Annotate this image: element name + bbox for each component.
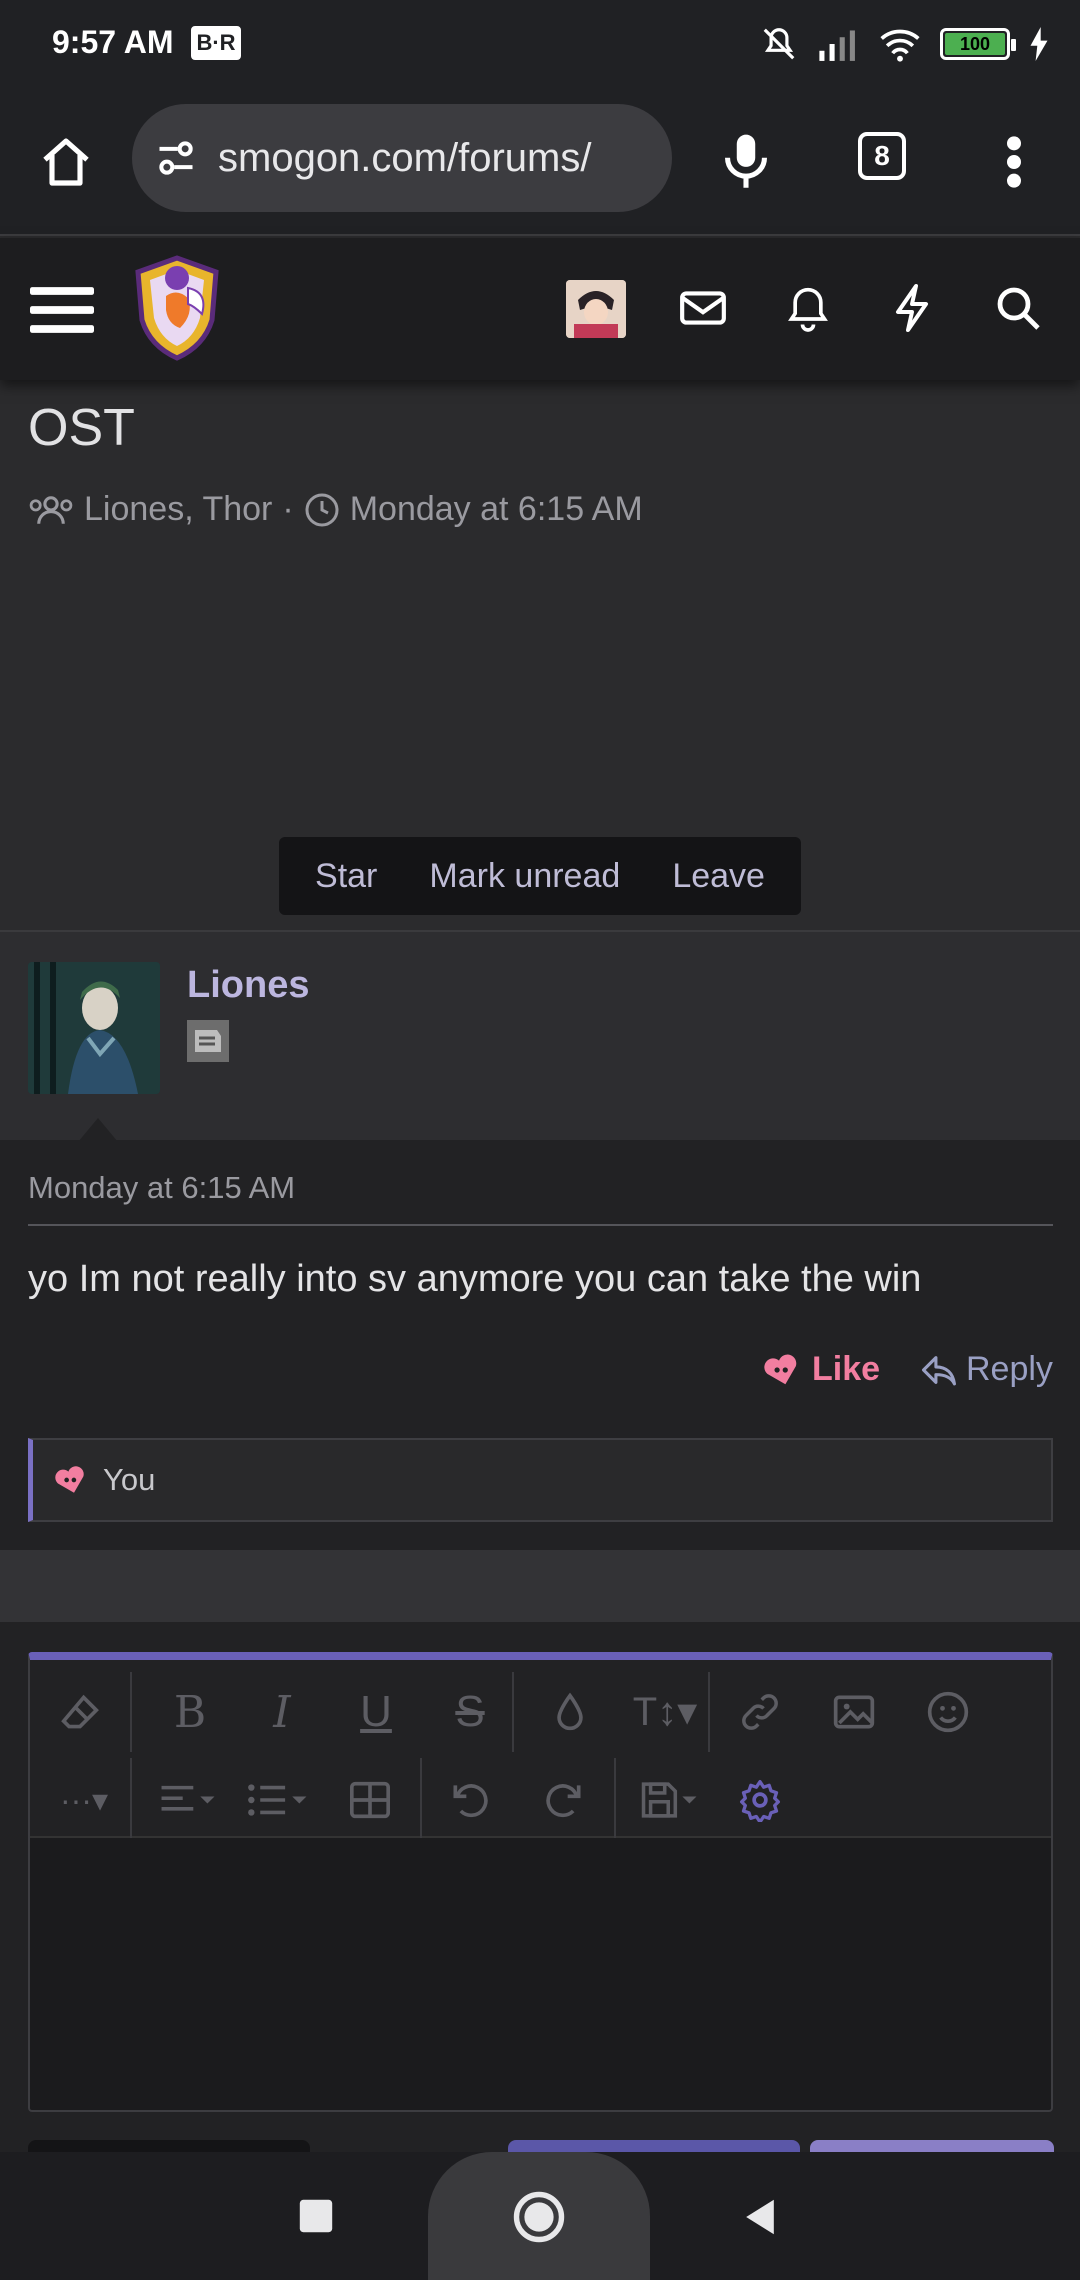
like-button[interactable]: Like bbox=[762, 1350, 880, 1389]
conversation-date: Monday at 6:15 AM bbox=[349, 490, 643, 528]
align-icon[interactable] bbox=[148, 1770, 228, 1830]
mark-unread-button[interactable]: Mark unread bbox=[429, 857, 620, 896]
likes-summary[interactable]: You bbox=[28, 1438, 1053, 1522]
toolbar-separator bbox=[130, 1672, 132, 1752]
charging-icon bbox=[1030, 27, 1048, 61]
recents-icon[interactable] bbox=[298, 2198, 334, 2234]
author-avatar[interactable] bbox=[28, 962, 160, 1094]
star-button[interactable]: Star bbox=[315, 857, 377, 896]
site-settings-icon[interactable] bbox=[154, 136, 198, 180]
more-options-icon[interactable]: ···▾ bbox=[44, 1770, 124, 1830]
image-icon[interactable] bbox=[824, 1682, 884, 1742]
message-text: yo Im not really into sv anymore you can… bbox=[28, 1258, 922, 1300]
system-nav-bar bbox=[0, 2152, 1080, 2280]
participants[interactable]: Liones, Thor bbox=[84, 490, 272, 529]
carrier-badge: B·R bbox=[191, 26, 241, 60]
text-size-icon[interactable]: T↕▾ bbox=[620, 1682, 710, 1742]
toolbar-separator bbox=[708, 1672, 710, 1752]
color-icon[interactable] bbox=[540, 1682, 600, 1742]
eraser-icon[interactable] bbox=[50, 1682, 110, 1742]
section-divider bbox=[0, 1550, 1080, 1622]
battery-icon: 100 bbox=[940, 28, 1016, 60]
like-label: Like bbox=[812, 1350, 881, 1388]
message-user-block: Liones bbox=[0, 930, 1080, 1142]
table-icon[interactable] bbox=[340, 1770, 400, 1830]
list-icon[interactable] bbox=[238, 1770, 318, 1830]
site-logo[interactable] bbox=[128, 254, 226, 362]
reply-icon bbox=[922, 1355, 956, 1385]
heart-icon bbox=[55, 1466, 84, 1493]
heart-icon bbox=[764, 1354, 797, 1384]
message-divider bbox=[28, 1224, 1053, 1226]
reply-editor-section: B I U S T↕▾ ···▾ bbox=[0, 1622, 1080, 2154]
redo-icon[interactable] bbox=[534, 1770, 594, 1830]
toolbar-separator bbox=[420, 1758, 422, 1838]
bolt-icon[interactable] bbox=[892, 282, 932, 334]
wifi-icon bbox=[880, 29, 920, 62]
conversation-actions: Star Mark unread Leave bbox=[279, 837, 801, 915]
site-header bbox=[0, 238, 1080, 380]
users-icon bbox=[29, 495, 73, 524]
mute-icon bbox=[763, 28, 795, 60]
status-icons: 100 bbox=[760, 22, 1050, 66]
tabs-icon[interactable]: 8 bbox=[858, 132, 906, 180]
message-body: Monday at 6:15 AM yo Im not really into … bbox=[0, 1140, 1080, 1550]
meta-separator: · bbox=[282, 490, 294, 528]
back-icon[interactable] bbox=[742, 2198, 778, 2236]
save-icon[interactable] bbox=[630, 1770, 710, 1830]
italic-icon[interactable]: I bbox=[252, 1682, 312, 1742]
message-pointer bbox=[78, 1118, 118, 1142]
reply-label: Reply bbox=[966, 1350, 1053, 1388]
underline-icon[interactable]: U bbox=[346, 1682, 406, 1742]
conversation-header: OST Liones, Thor · Monday at 6:15 AM Sta… bbox=[0, 380, 1080, 930]
user-banner-icon bbox=[187, 1020, 229, 1062]
bell-icon[interactable] bbox=[786, 282, 830, 334]
clock-icon bbox=[305, 493, 339, 526]
mail-icon[interactable] bbox=[678, 286, 728, 330]
editor-text-area[interactable] bbox=[30, 1840, 1051, 2110]
menu-icon[interactable] bbox=[30, 282, 94, 338]
conversation-meta: Liones, Thor · Monday at 6:15 AM bbox=[28, 490, 643, 529]
message-date[interactable]: Monday at 6:15 AM bbox=[28, 1170, 295, 1206]
gear-icon[interactable] bbox=[730, 1770, 790, 1830]
mic-icon[interactable] bbox=[718, 130, 774, 190]
likes-by: You bbox=[103, 1462, 156, 1497]
undo-icon[interactable] bbox=[440, 1770, 500, 1830]
status-time: 9:57 AM bbox=[52, 24, 174, 60]
conversation-title: OST bbox=[28, 399, 135, 457]
reply-button[interactable]: Reply bbox=[920, 1350, 1053, 1389]
user-avatar[interactable] bbox=[566, 280, 626, 338]
toolbar-separator bbox=[512, 1672, 514, 1752]
leave-button[interactable]: Leave bbox=[672, 857, 765, 896]
url-bar[interactable]: smogon.com/forums/ bbox=[132, 104, 672, 212]
browser-toolbar: smogon.com/forums/ 8 bbox=[0, 90, 1080, 236]
url-text[interactable]: smogon.com/forums/ bbox=[218, 136, 658, 181]
smiley-icon[interactable] bbox=[918, 1682, 978, 1742]
status-bar: 9:57 AM B·R 100 bbox=[0, 0, 1080, 90]
toolbar-separator bbox=[614, 1758, 616, 1838]
search-icon[interactable] bbox=[994, 284, 1042, 332]
reply-editor: B I U S T↕▾ ···▾ bbox=[28, 1652, 1053, 2112]
bold-icon[interactable]: B bbox=[160, 1682, 220, 1742]
home-button-icon[interactable] bbox=[512, 2190, 566, 2244]
strike-icon[interactable]: S bbox=[440, 1682, 500, 1742]
toolbar-separator bbox=[130, 1758, 132, 1838]
more-icon[interactable] bbox=[1000, 134, 1028, 190]
home-icon[interactable] bbox=[38, 134, 94, 190]
editor-toolbar: B I U S T↕▾ ···▾ bbox=[30, 1660, 1051, 1838]
signal-icon bbox=[819, 30, 855, 61]
author-name[interactable]: Liones bbox=[187, 964, 309, 1007]
link-icon[interactable] bbox=[730, 1682, 790, 1742]
